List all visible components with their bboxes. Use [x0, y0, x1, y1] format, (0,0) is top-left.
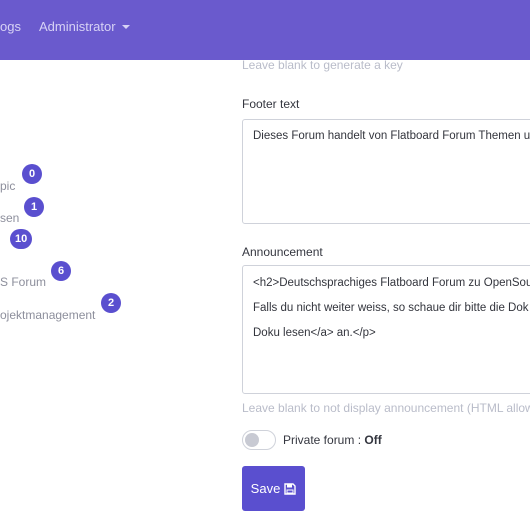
category-label[interactable]: sen: [0, 211, 19, 225]
nav-blogs-link[interactable]: ogs: [0, 19, 21, 34]
footer-text-textarea[interactable]: Dieses Forum handelt von Flatboard Forum…: [242, 119, 530, 224]
private-forum-toggle[interactable]: [242, 430, 276, 450]
nav-administrator-label: Administrator: [39, 19, 116, 34]
category-count-badge: 10: [10, 229, 33, 249]
private-forum-label-text: Private forum :: [283, 433, 362, 447]
save-button-label: Save: [250, 481, 281, 496]
category-count-badge: 2: [101, 293, 121, 313]
announcement-label: Announcement: [242, 245, 323, 259]
private-forum-status: Off: [364, 433, 382, 447]
announcement-textarea[interactable]: <h2>Deutschsprachiges Flatboard Forum zu…: [242, 265, 530, 394]
category-label[interactable]: pic: [0, 179, 15, 193]
category-count-badge: 1: [24, 197, 44, 217]
toggle-knob: [245, 433, 259, 447]
category-label[interactable]: ojektmanagement: [0, 308, 95, 322]
top-navbar: ogs Administrator: [0, 0, 530, 60]
save-button[interactable]: Save: [242, 466, 305, 511]
announcement-help-text: Leave blank to not display announcement …: [242, 401, 530, 415]
category-count-badge: 0: [22, 164, 42, 184]
private-forum-label: Private forum : Off: [283, 433, 382, 447]
category-label[interactable]: S Forum: [0, 275, 46, 289]
footer-text-value: Dieses Forum handelt von Flatboard Forum…: [253, 130, 530, 142]
caret-down-icon: [121, 25, 130, 29]
announcement-line: <h2>Deutschsprachiges Flatboard Forum zu…: [253, 277, 530, 289]
floppy-disk-icon: [284, 482, 297, 495]
announcement-line: Falls du nicht weiter weiss, so schaue d…: [253, 302, 529, 314]
category-count-badge: 6: [51, 261, 71, 281]
footer-text-label: Footer text: [242, 97, 300, 111]
announcement-line: Doku lesen</a> an.</p>: [253, 327, 376, 339]
key-help-text: Leave blank to generate a key: [242, 58, 403, 72]
nav-administrator-dropdown[interactable]: Administrator: [39, 19, 130, 34]
